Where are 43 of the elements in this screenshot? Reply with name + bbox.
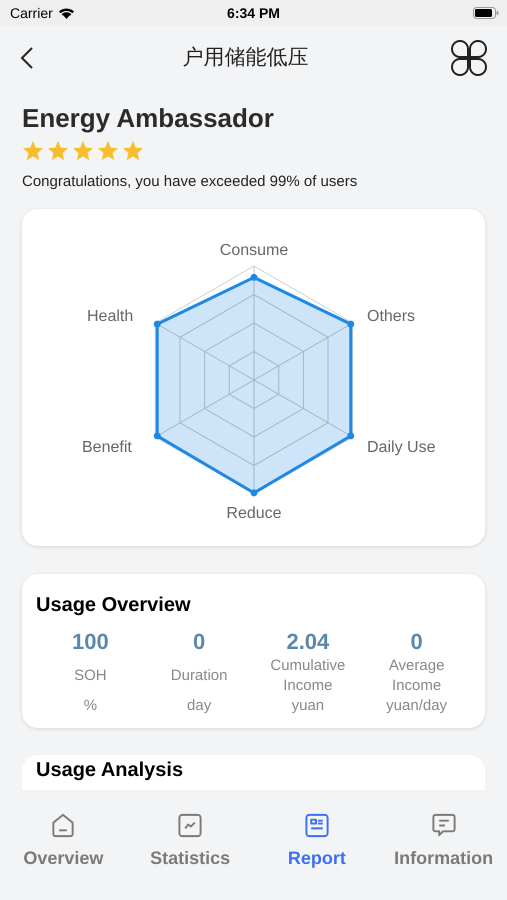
grid-menu-button[interactable] xyxy=(451,40,487,76)
star-icon xyxy=(97,140,119,161)
metric-unit: yuan xyxy=(292,696,324,716)
tab[interactable]: Information xyxy=(380,812,507,872)
radar-point xyxy=(347,432,354,439)
axis-label: Health xyxy=(87,306,134,326)
metric-value: 0 xyxy=(410,628,423,656)
section-title: Usage Analysis xyxy=(36,758,184,780)
congratulations-message: Congratulations, you have exceeded 99% of users xyxy=(22,172,358,192)
axis-label: Reduce xyxy=(226,504,282,524)
tab[interactable]: Statistics xyxy=(126,812,254,872)
section-title: Usage Overview xyxy=(36,592,192,618)
radar-point xyxy=(154,320,161,328)
carrier-label: Carrier xyxy=(10,4,53,22)
clock-label: 6:34 PM xyxy=(227,4,280,22)
metric-value: 0 xyxy=(193,628,206,656)
metric-label: SOH xyxy=(74,666,107,686)
metric-label: Duration xyxy=(170,666,228,686)
tab[interactable]: Overview xyxy=(0,812,127,872)
axis-label: Consume xyxy=(220,240,288,260)
axis-label: Benefit xyxy=(82,438,132,458)
metric-unit: yuan/day xyxy=(386,696,448,716)
radar-point xyxy=(250,488,258,496)
metric-value: 100 xyxy=(72,628,109,656)
radar-point xyxy=(250,273,258,280)
axis-label: Daily Use xyxy=(367,438,436,458)
badge-title: Energy Ambassador xyxy=(22,102,275,134)
radar-point xyxy=(347,320,354,328)
wifi-icon xyxy=(58,7,75,19)
four-circles-icon xyxy=(451,40,487,76)
star-icon xyxy=(47,140,69,161)
metric-unit: day xyxy=(187,696,212,716)
page-title: 户用储能低压 xyxy=(182,45,308,72)
back-icon xyxy=(20,46,34,70)
metric-unit: % xyxy=(84,696,98,716)
star-icon xyxy=(72,140,94,161)
tab[interactable]: Report xyxy=(254,812,380,872)
star-icon xyxy=(22,140,44,161)
battery-icon xyxy=(473,7,499,19)
star-icon xyxy=(122,140,144,161)
radar-point xyxy=(154,432,161,439)
axis-label: Others xyxy=(367,306,416,326)
metric-value: 2.04 xyxy=(286,628,330,656)
